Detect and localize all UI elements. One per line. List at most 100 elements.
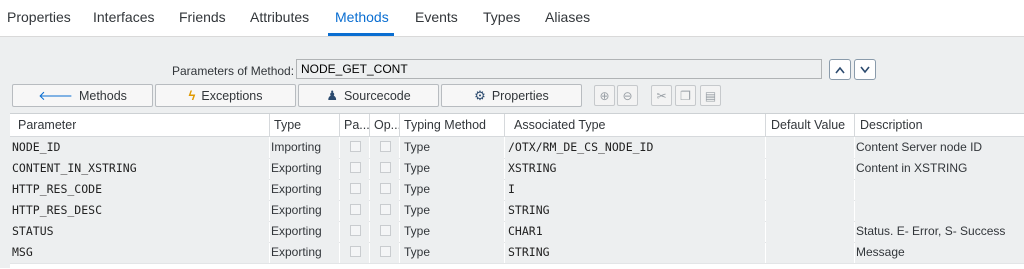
minus-circle-icon: ⊖ <box>622 88 633 103</box>
column-divider <box>504 114 505 136</box>
paste-button[interactable]: ▤ <box>700 85 721 106</box>
pass-by-value-checkbox[interactable] <box>350 162 361 173</box>
exceptions-button-label: Exceptions <box>201 88 263 103</box>
cell-background <box>766 200 854 221</box>
column-header-parameter[interactable]: Parameter <box>18 118 76 132</box>
parameter-name-cell[interactable]: HTTP_RES_CODE <box>12 182 102 196</box>
sourcecode-button[interactable]: ♟ Sourcecode <box>298 84 439 107</box>
column-header-default-value[interactable]: Default Value <box>771 118 845 132</box>
parameter-name-cell[interactable]: STATUS <box>12 224 54 238</box>
properties-button-label: Properties <box>491 88 549 103</box>
tab-attributes[interactable]: Attributes <box>250 9 309 25</box>
pass-by-value-checkbox[interactable] <box>350 183 361 194</box>
associated-type-cell[interactable]: I <box>508 182 515 196</box>
column-divider <box>854 114 855 136</box>
cell-background <box>766 137 854 158</box>
tab-aliases[interactable]: Aliases <box>545 9 590 25</box>
parameter-type-cell[interactable]: Exporting <box>271 182 322 196</box>
column-divider <box>765 114 766 136</box>
table-row[interactable]: MSG Exporting Type STRING Message <box>10 242 1024 264</box>
insert-row-button[interactable]: ⊕ <box>594 85 615 106</box>
description-cell[interactable]: Content in XSTRING <box>856 161 967 175</box>
column-header-associated-type[interactable]: Associated Type <box>514 118 606 132</box>
table-row[interactable]: HTTP_RES_DESC Exporting Type STRING <box>10 200 1024 222</box>
optional-checkbox[interactable] <box>380 204 391 215</box>
sourcecode-button-label: Sourcecode <box>343 88 411 103</box>
table-row[interactable]: NODE_ID Importing Type/OTX/RM_DE_CS_NODE_I… <box>10 137 1024 159</box>
cell-background <box>766 221 854 242</box>
optional-checkbox[interactable] <box>380 225 391 236</box>
pass-by-value-checkbox[interactable] <box>350 141 361 152</box>
parameter-name-cell[interactable]: HTTP_RES_DESC <box>12 203 102 217</box>
associated-type-cell[interactable]: XSTRING <box>508 161 556 175</box>
cell-background <box>766 242 854 263</box>
typing-method-cell[interactable]: Type <box>404 203 430 217</box>
tab-interfaces[interactable]: Interfaces <box>93 9 154 25</box>
parameter-name-cell[interactable]: NODE_ID <box>12 140 60 154</box>
delete-row-button[interactable]: ⊖ <box>617 85 638 106</box>
pass-by-value-checkbox[interactable] <box>350 204 361 215</box>
optional-checkbox[interactable] <box>380 183 391 194</box>
table-row[interactable]: STATUS Exporting Type CHAR1 Status. E- Error… <box>10 221 1024 243</box>
copy-button[interactable]: ❐ <box>675 85 696 106</box>
associated-type-cell[interactable]: CHAR1 <box>508 224 543 238</box>
typing-method-cell[interactable]: Type <box>404 140 430 154</box>
optional-checkbox[interactable] <box>380 162 391 173</box>
column-header-typing-method[interactable]: Typing Method <box>404 118 486 132</box>
pass-by-value-checkbox[interactable] <box>350 246 361 257</box>
cell-background <box>766 179 854 200</box>
typing-method-cell[interactable]: Type <box>404 182 430 196</box>
typing-method-cell[interactable]: Type <box>404 161 430 175</box>
properties-button[interactable]: ⚙ Properties <box>441 84 582 107</box>
cell-background <box>505 179 765 200</box>
parameter-name-cell[interactable]: MSG <box>12 245 33 259</box>
tab-types[interactable]: Types <box>483 9 520 25</box>
previous-method-button[interactable] <box>829 59 851 80</box>
copy-icon: ❐ <box>680 88 691 103</box>
parameter-type-cell[interactable]: Exporting <box>271 245 322 259</box>
optional-checkbox[interactable] <box>380 246 391 257</box>
parameter-type-cell[interactable]: Importing <box>271 140 321 154</box>
tab-friends[interactable]: Friends <box>179 9 226 25</box>
chevron-up-icon <box>835 66 845 73</box>
method-name-field[interactable] <box>296 59 822 79</box>
tab-events[interactable]: Events <box>415 9 458 25</box>
table-row[interactable]: CONTENT_IN_XSTRING Exporting Type XSTRING Co… <box>10 158 1024 180</box>
cell-background <box>766 158 854 179</box>
back-to-methods-button[interactable]: 🡐 Methods <box>12 84 153 107</box>
parameters-table: Parameter Type Pa... Op... Typing Method… <box>10 113 1024 269</box>
typing-method-cell[interactable]: Type <box>404 224 430 238</box>
table-row[interactable]: HTTP_RES_CODE Exporting Type I <box>10 179 1024 201</box>
paste-icon: ▤ <box>704 88 717 103</box>
cell-background <box>855 200 1024 221</box>
description-cell[interactable]: Message <box>856 245 905 259</box>
person-icon: ♟ <box>326 87 338 103</box>
parameter-type-cell[interactable]: Exporting <box>271 203 322 217</box>
associated-type-cell[interactable]: /OTX/RM_DE_CS_NODE_ID <box>508 140 653 154</box>
cut-button[interactable]: ✂ <box>651 85 672 106</box>
column-header-description[interactable]: Description <box>860 118 923 132</box>
parameter-type-cell[interactable]: Exporting <box>271 224 322 238</box>
parameter-type-cell[interactable]: Exporting <box>271 161 322 175</box>
active-tab-indicator <box>328 33 394 36</box>
parameter-name-cell[interactable]: CONTENT_IN_XSTRING <box>12 161 137 175</box>
tab-methods[interactable]: Methods <box>335 9 389 25</box>
associated-type-cell[interactable]: STRING <box>508 245 550 259</box>
column-header-pass-by-value[interactable]: Pa... <box>344 118 370 132</box>
pass-by-value-checkbox[interactable] <box>350 225 361 236</box>
scissors-icon: ✂ <box>656 88 667 103</box>
chevron-down-icon <box>860 66 870 73</box>
lightning-icon: ϟ <box>188 88 196 103</box>
description-cell[interactable]: Content Server node ID <box>856 140 982 154</box>
exceptions-button[interactable]: ϟ Exceptions <box>155 84 296 107</box>
typing-method-cell[interactable]: Type <box>404 245 430 259</box>
associated-type-cell[interactable]: STRING <box>508 203 550 217</box>
column-header-type[interactable]: Type <box>274 118 301 132</box>
column-divider <box>269 114 270 136</box>
column-header-optional[interactable]: Op... <box>374 118 401 132</box>
column-divider <box>339 114 340 136</box>
description-cell[interactable]: Status. E- Error, S- Success <box>856 224 1005 238</box>
next-method-button[interactable] <box>854 59 876 80</box>
tab-properties[interactable]: Properties <box>7 9 71 25</box>
optional-checkbox[interactable] <box>380 141 391 152</box>
